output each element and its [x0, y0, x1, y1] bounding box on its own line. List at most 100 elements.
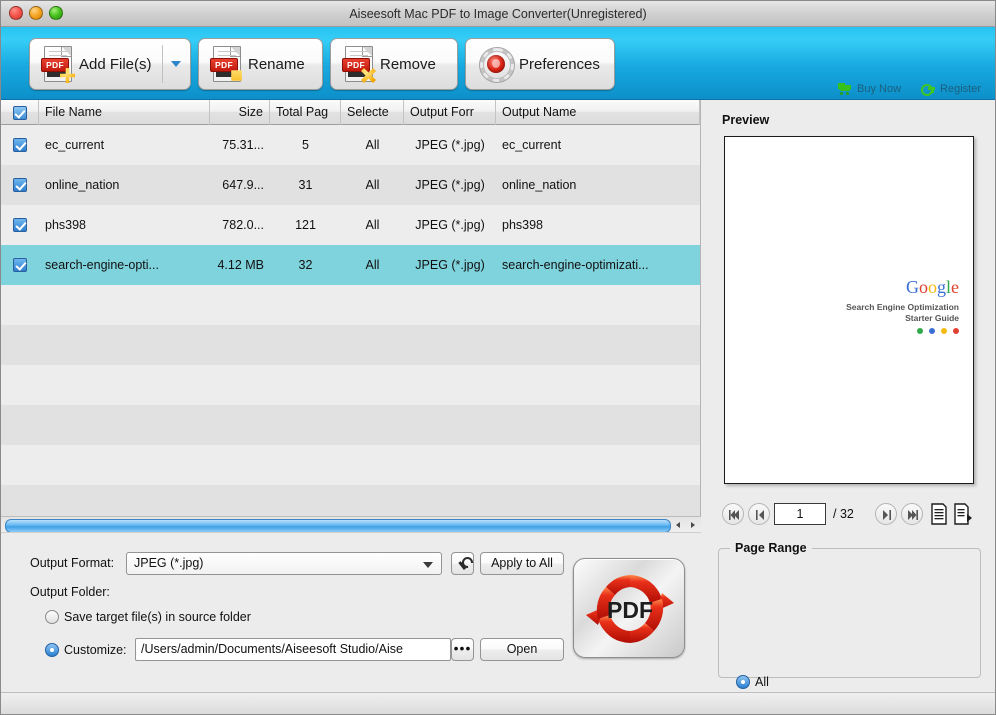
radio-customize-folder[interactable] — [45, 643, 59, 657]
toolbar-links: Buy Now Register — [838, 83, 981, 95]
register-link[interactable]: Register — [921, 83, 981, 95]
next-page-button[interactable] — [875, 503, 897, 525]
table-row[interactable]: online_nation647.9...31AllJPEG (*.jpg)on… — [1, 165, 700, 205]
preferences-button[interactable]: Preferences — [465, 38, 615, 90]
row-checkbox-cell — [1, 285, 39, 325]
scroll-right-icon[interactable] — [687, 519, 699, 531]
svg-text:PDF: PDF — [607, 597, 653, 623]
cell-output-format: JPEG (*.jpg) — [404, 245, 496, 285]
output-format-select[interactable]: JPEG (*.jpg) — [126, 552, 442, 575]
column-header-selected[interactable]: Selecte — [341, 100, 404, 125]
preview-doc-content: Google Search Engine Optimization Starte… — [846, 277, 959, 334]
format-settings-button[interactable] — [451, 552, 474, 575]
cell-total-pages — [270, 445, 341, 485]
cell-output-name: search-engine-optimizati... — [496, 245, 700, 285]
cell-output-format — [404, 405, 496, 445]
window-title: Aiseesoft Mac PDF to Image Converter(Unr… — [1, 1, 995, 27]
buy-now-label: Buy Now — [857, 83, 901, 95]
cell-output-name — [496, 285, 700, 325]
cell-selected — [341, 285, 404, 325]
cell-output-name — [496, 445, 700, 485]
rename-button[interactable]: PDF Rename — [198, 38, 323, 90]
file-list-hscrollbar[interactable] — [1, 516, 701, 532]
cell-size — [210, 325, 270, 365]
buy-now-link[interactable]: Buy Now — [838, 83, 901, 95]
column-header-output-format[interactable]: Output Forr — [404, 100, 496, 125]
window-titlebar: Aiseesoft Mac PDF to Image Converter(Unr… — [1, 1, 995, 27]
last-page-button[interactable] — [901, 503, 923, 525]
file-list: File Name Size Total Pag Selecte Output … — [1, 100, 701, 529]
cell-selected — [341, 325, 404, 365]
cell-output-name — [496, 405, 700, 445]
cell-file-name: ec_current — [39, 125, 210, 165]
save-page-button[interactable] — [953, 503, 975, 525]
row-checkbox[interactable] — [13, 218, 27, 232]
cell-file-name — [39, 365, 210, 405]
pdf-remove-icon: PDF — [342, 46, 374, 82]
browse-folder-button[interactable]: ••• — [451, 638, 474, 661]
table-row[interactable]: ec_current75.31...5AllJPEG (*.jpg)ec_cur… — [1, 125, 700, 165]
cell-size — [210, 365, 270, 405]
row-checkbox[interactable] — [13, 178, 27, 192]
add-files-label: Add File(s) — [79, 56, 152, 73]
cell-file-name — [39, 325, 210, 365]
preferences-label: Preferences — [519, 56, 600, 73]
cell-size: 647.9... — [210, 165, 270, 205]
scroll-left-icon[interactable] — [673, 519, 685, 531]
column-header-file-name[interactable]: File Name — [39, 100, 210, 125]
snapshot-button[interactable] — [929, 503, 951, 525]
cell-total-pages: 121 — [270, 205, 341, 245]
page-number-input[interactable]: 1 — [774, 503, 826, 525]
wrench-icon — [457, 557, 470, 571]
cell-selected: All — [341, 125, 404, 165]
preview-doc-dots — [846, 328, 959, 334]
row-checkbox[interactable] — [13, 258, 27, 272]
google-logo: Google — [846, 277, 959, 298]
row-checkbox-cell — [1, 325, 39, 365]
convert-pdf-icon: PDF — [578, 559, 682, 659]
table-row[interactable]: phs398782.0...121AllJPEG (*.jpg)phs398 — [1, 205, 700, 245]
pdf-rename-icon: PDF — [210, 46, 242, 82]
table-row-empty — [1, 405, 700, 445]
convert-button[interactable]: PDF — [573, 558, 685, 658]
preview-navigation: 1 / 32 — [702, 500, 996, 530]
column-header-total-pages[interactable]: Total Pag — [270, 100, 341, 125]
main-toolbar: PDF Add File(s) PDF Rename PDF — [1, 27, 995, 100]
cell-output-name — [496, 325, 700, 365]
cell-selected — [341, 405, 404, 445]
page-range-group — [718, 548, 981, 678]
column-header-output-name[interactable]: Output Name — [496, 100, 700, 125]
open-folder-button[interactable]: Open — [480, 638, 564, 661]
cell-file-name: search-engine-opti... — [39, 245, 210, 285]
radio-page-range-all[interactable] — [736, 675, 750, 689]
previous-page-button[interactable] — [748, 503, 770, 525]
hscrollbar-thumb[interactable] — [5, 519, 671, 533]
preview-page[interactable]: Google Search Engine Optimization Starte… — [724, 136, 974, 484]
header-select-all-cell — [1, 100, 39, 125]
add-files-button[interactable]: PDF Add File(s) — [29, 38, 191, 90]
customize-path-input[interactable]: /Users/admin/Documents/Aiseesoft Studio/… — [135, 638, 451, 661]
cell-selected — [341, 365, 404, 405]
row-checkbox-cell — [1, 245, 39, 285]
chevron-down-icon[interactable] — [171, 61, 181, 67]
cell-size — [210, 285, 270, 325]
remove-label: Remove — [380, 56, 436, 73]
cell-selected — [341, 445, 404, 485]
select-all-checkbox[interactable] — [13, 106, 27, 120]
row-checkbox[interactable] — [13, 138, 27, 152]
cell-total-pages — [270, 285, 341, 325]
remove-button[interactable]: PDF Remove — [330, 38, 458, 90]
chevron-down-icon — [423, 562, 433, 568]
cell-file-name: online_nation — [39, 165, 210, 205]
column-header-size[interactable]: Size — [210, 100, 270, 125]
first-page-button[interactable] — [722, 503, 744, 525]
output-format-value: JPEG (*.jpg) — [134, 556, 203, 570]
radio-source-folder[interactable] — [45, 610, 59, 624]
table-row[interactable]: search-engine-opti...4.12 MB32AllJPEG (*… — [1, 245, 700, 285]
customize-label: Customize: — [64, 643, 127, 657]
cell-output-name — [496, 365, 700, 405]
output-format-label: Output Format: — [30, 556, 114, 570]
row-checkbox-cell — [1, 445, 39, 485]
apply-to-all-button[interactable]: Apply to All — [480, 552, 564, 575]
cell-output-format: JPEG (*.jpg) — [404, 205, 496, 245]
